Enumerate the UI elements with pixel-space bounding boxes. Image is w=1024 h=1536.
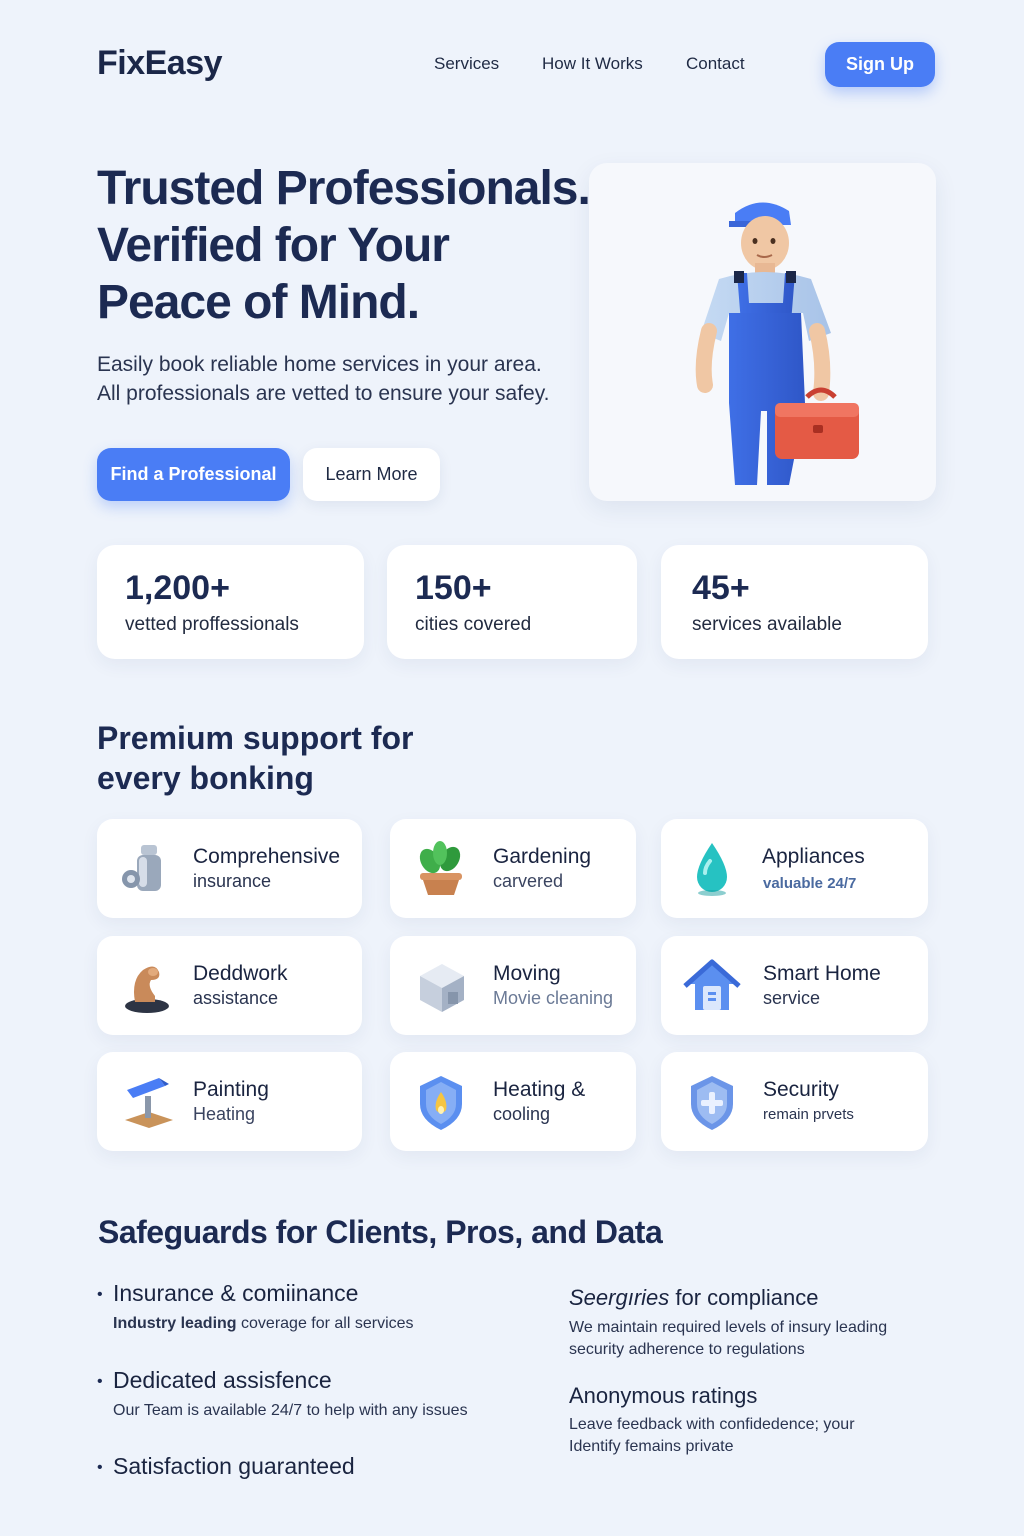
feature-subtitle: Heating <box>193 1104 256 1124</box>
faucet-icon <box>122 845 161 891</box>
features-section-title: Premium support for every bonking <box>97 718 457 798</box>
feature-title: Appliances <box>762 845 865 868</box>
hero-title-line: Trusted Professionals. <box>97 162 591 215</box>
feature-card-moving[interactable]: Moving Movie cleaning <box>390 936 636 1035</box>
safeguard-heading-italic: Seergıries <box>569 1285 670 1310</box>
section-title-line: Premium support for <box>97 720 414 756</box>
feature-card-heating[interactable]: Heating & cooling <box>390 1052 636 1151</box>
hero-title: Trusted Professionals. Verified for Your… <box>97 160 597 331</box>
feature-subtitle: remain prvets <box>763 1106 854 1123</box>
feature-title: Painting <box>193 1078 269 1101</box>
stat-card-professionals: 1,200+ vetted proffessionals <box>97 545 364 659</box>
nav-link-services[interactable]: Services <box>434 54 499 74</box>
paint-roller-icon <box>125 1078 173 1128</box>
safeguard-body-line: security adherence to regulations <box>569 1341 805 1358</box>
sign-up-button[interactable]: Sign Up <box>825 42 935 87</box>
section-title-line: every bonking <box>97 760 314 796</box>
logo[interactable]: FixEasy <box>97 44 223 83</box>
hero-title-line: Peace of Mind. <box>97 276 420 329</box>
stat-label: services available <box>692 614 842 635</box>
feature-card-deddwork[interactable]: Deddwork assistance <box>97 936 362 1035</box>
feature-title: Gardening <box>493 845 592 868</box>
feature-title: Heating & <box>493 1078 586 1101</box>
feature-title: Security <box>763 1078 839 1101</box>
stat-label: cities covered <box>415 614 532 635</box>
top-navigation: FixEasy Services How It Works Contact Si… <box>0 0 1024 130</box>
water-drop-icon <box>697 843 727 896</box>
feature-card-security[interactable]: Security remain prvets <box>661 1052 928 1151</box>
safeguards-title: Safeguards for Clients, Pros, and Data <box>98 1214 663 1250</box>
shield-plus-icon <box>691 1076 733 1130</box>
feature-title: Deddwork <box>193 962 288 985</box>
box-icon <box>420 964 464 1012</box>
hero-illustration-card <box>589 163 936 501</box>
feature-card-appliances[interactable]: Appliances valuable 24/7 <box>661 819 928 918</box>
safeguard-heading: Insurance & comiinance <box>113 1280 359 1306</box>
worker-with-toolbox-icon <box>695 202 859 485</box>
safeguard-body: Industry leading coverage for all servic… <box>113 1313 414 1335</box>
bullet-icon: • <box>97 1286 103 1303</box>
safeguard-body: We maintain required levels of insury le… <box>569 1317 929 1361</box>
plant-icon <box>419 841 462 895</box>
feature-subtitle: carvered <box>493 871 564 891</box>
house-icon <box>683 959 741 1010</box>
safeguard-heading: Seergıries for compliance <box>569 1285 818 1311</box>
feature-card-insurance[interactable]: Comprehensive insurance <box>97 819 362 918</box>
safeguard-body-bold: Industry leading <box>113 1315 237 1332</box>
feature-card-gardening[interactable]: Gardening carvered <box>390 819 636 918</box>
feature-subtitle: service <box>763 988 821 1008</box>
nav-link-contact[interactable]: Contact <box>686 54 745 74</box>
bullet-icon: • <box>97 1373 103 1390</box>
safeguard-body-line: Identify femains private <box>569 1438 734 1455</box>
stat-value: 45+ <box>692 569 750 607</box>
feature-subtitle: cooling <box>493 1104 551 1124</box>
safeguard-body-text: coverage for all services <box>236 1315 414 1332</box>
safeguard-body-line: Leave feedback with confidedence; your <box>569 1416 855 1433</box>
safeguard-heading: Satisfaction guaranteed <box>113 1453 355 1479</box>
safeguard-body: Leave feedback with confidedence; your I… <box>569 1414 929 1458</box>
flame-shield-icon <box>420 1076 462 1130</box>
hero-subtitle-line: All professionals are vetted to ensure y… <box>97 382 550 405</box>
arm-icon <box>125 966 169 1013</box>
hero-subtitle-line: Easily book reliable home services in yo… <box>97 353 542 376</box>
hero-subtitle: Easily book reliable home services in yo… <box>97 350 577 408</box>
bullet-icon: • <box>97 1459 103 1476</box>
stat-card-cities: 150+ cities covered <box>387 545 637 659</box>
feature-card-painting[interactable]: Painting Heating <box>97 1052 362 1151</box>
find-professional-button[interactable]: Find a Professional <box>97 448 290 501</box>
stat-label: vetted proffessionals <box>125 614 299 635</box>
safeguard-heading: Anonymous ratings <box>569 1383 758 1408</box>
feature-title: Moving <box>493 962 561 985</box>
stat-value: 150+ <box>415 569 492 607</box>
feature-title: Smart Home <box>763 962 881 985</box>
learn-more-button[interactable]: Learn More <box>303 448 440 501</box>
feature-subtitle: Movie cleaning <box>493 988 614 1008</box>
safeguard-heading: Dedicated assisfence <box>113 1367 332 1393</box>
feature-subtitle: valuable 24/7 <box>763 875 857 892</box>
safeguard-heading-text: for compliance <box>669 1285 819 1310</box>
safeguard-body: Our Team is available 24/7 to help with … <box>113 1402 468 1419</box>
safeguard-body-line: We maintain required levels of insury le… <box>569 1319 888 1336</box>
feature-title: Comprehensive <box>193 845 341 868</box>
stat-value: 1,200+ <box>125 569 230 607</box>
stat-card-services: 45+ services available <box>661 545 928 659</box>
feature-subtitle: assistance <box>193 988 279 1008</box>
hero-title-line: Verified for Your <box>97 219 450 272</box>
nav-link-how-it-works[interactable]: How It Works <box>542 54 643 74</box>
feature-card-smart-home[interactable]: Smart Home service <box>661 936 928 1035</box>
feature-subtitle: insurance <box>193 871 272 891</box>
